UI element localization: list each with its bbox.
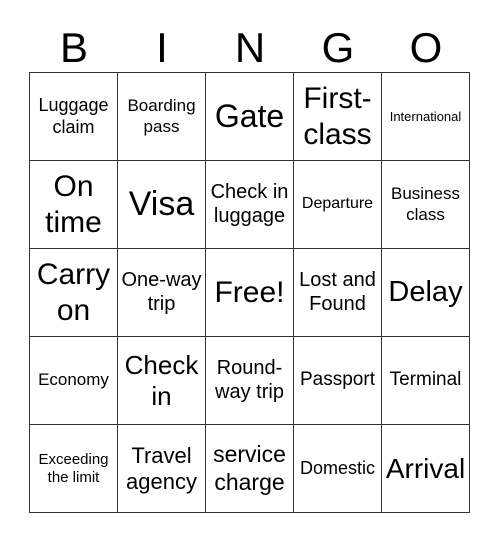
bingo-cell[interactable]: First-class <box>294 73 382 161</box>
bingo-cell[interactable]: Economy <box>30 337 118 425</box>
bingo-cell[interactable]: Gate <box>206 73 294 161</box>
bingo-cell[interactable]: Business class <box>382 161 470 249</box>
bingo-cell[interactable]: Carry on <box>30 249 118 337</box>
bingo-cell[interactable]: Passport <box>294 337 382 425</box>
bingo-cell[interactable]: Terminal <box>382 337 470 425</box>
bingo-cell[interactable]: Delay <box>382 249 470 337</box>
bingo-cell[interactable]: Domestic <box>294 425 382 513</box>
bingo-cell[interactable]: Round-way trip <box>206 337 294 425</box>
bingo-cell[interactable]: Departure <box>294 161 382 249</box>
header-letter-i: I <box>156 24 168 71</box>
bingo-cell[interactable]: Luggage claim <box>30 73 118 161</box>
bingo-cell[interactable]: Check in <box>118 337 206 425</box>
bingo-cell[interactable]: Boarding pass <box>118 73 206 161</box>
bingo-cell[interactable]: Free! <box>206 249 294 337</box>
bingo-cell[interactable]: Arrival <box>382 425 470 513</box>
bingo-cell[interactable]: service charge <box>206 425 294 513</box>
header-letter-b: B <box>59 24 88 71</box>
bingo-cell[interactable]: Travel agency <box>118 425 206 513</box>
bingo-cell[interactable]: Lost and Found <box>294 249 382 337</box>
bingo-cell[interactable]: Visa <box>118 161 206 249</box>
header-letter-n: N <box>234 24 266 71</box>
bingo-cell[interactable]: One-way trip <box>118 249 206 337</box>
bingo-cell[interactable]: Check in luggage <box>206 161 294 249</box>
header-letter-g: G <box>321 24 355 71</box>
bingo-cell[interactable]: On time <box>30 161 118 249</box>
bingo-header: B I N G O <box>30 24 470 72</box>
bingo-cell[interactable]: International <box>382 73 470 161</box>
header-letter-o: O <box>409 24 443 71</box>
bingo-cell[interactable]: Exceeding the limit <box>30 425 118 513</box>
bingo-grid: Luggage claim Boarding pass Gate First-clas… <box>29 72 470 513</box>
